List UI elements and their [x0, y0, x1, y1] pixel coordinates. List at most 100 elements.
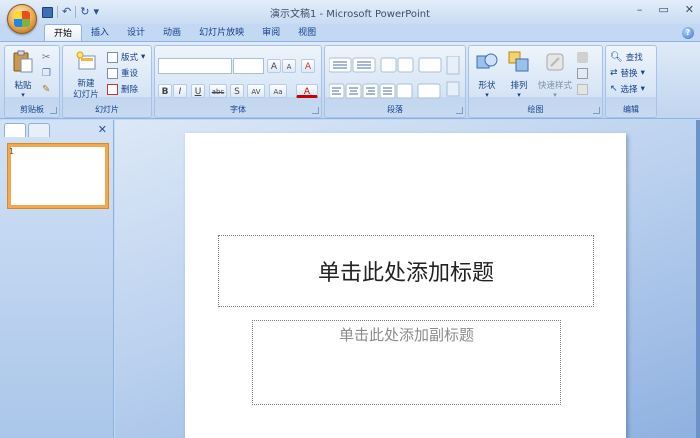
tab-review[interactable]: 审阅: [253, 24, 289, 42]
maximize-button[interactable]: ▭: [658, 3, 668, 16]
tab-insert[interactable]: 插入: [82, 24, 118, 42]
new-slide-button[interactable]: 新建 幻灯片: [66, 50, 106, 101]
strikethrough-button[interactable]: abc: [209, 84, 227, 98]
delete-slide-button[interactable]: 删除: [107, 83, 138, 95]
new-slide-label: 新建 幻灯片: [73, 79, 99, 100]
cut-button[interactable]: ✂: [42, 52, 50, 63]
drawing-launcher-icon[interactable]: [593, 107, 600, 114]
slides-group-label: 幻灯片: [95, 105, 119, 114]
grow-font-button[interactable]: A: [267, 59, 281, 73]
select-button[interactable]: ↖ 选择 ▾: [610, 83, 645, 95]
slide-canvas[interactable]: 单击此处添加标题 单击此处添加副标题: [185, 133, 626, 438]
window-title: 演示文稿1 - Microsoft PowerPoint: [269, 9, 431, 20]
slides-pane-close-icon[interactable]: ✕: [98, 123, 107, 136]
ribbon-tabs: 开始 插入 设计 动画 幻灯片放映 审阅 视图: [44, 24, 325, 42]
close-button[interactable]: ✕: [685, 3, 694, 16]
shrink-font-button[interactable]: A: [282, 59, 296, 73]
arrange-dropdown-icon: ▾: [517, 91, 521, 99]
clipboard-launcher-icon[interactable]: [50, 107, 57, 114]
char-spacing-button[interactable]: AV: [247, 84, 265, 98]
title-bar: ↶ ↻ ▾ 演示文稿1 - Microsoft PowerPoint – ▭ ✕: [0, 0, 700, 24]
change-case-button[interactable]: Aa: [269, 84, 287, 98]
tab-outline[interactable]: [28, 123, 50, 137]
delete-label: 删除: [121, 85, 139, 95]
ribbon: 粘贴 ▾ ✂ ❐ ✎ 剪贴板 新建 幻灯片 版式 ▾ 重设 删除 幻灯片 A A…: [0, 41, 700, 119]
copy-button[interactable]: ❐: [42, 68, 51, 79]
group-slides: 新建 幻灯片 版式 ▾ 重设 删除 幻灯片: [62, 45, 152, 118]
editing-group-label: 编辑: [623, 105, 639, 114]
group-drawing: 形状 ▾ 排列 ▾ 快速样式 ▾ 绘图: [468, 45, 603, 118]
paste-button[interactable]: 粘贴 ▾: [10, 50, 36, 99]
tab-view[interactable]: 视图: [289, 24, 325, 42]
title-placeholder[interactable]: 单击此处添加标题: [218, 235, 594, 307]
office-logo-icon: [14, 11, 30, 27]
group-editing: 🔍︎ 查找 ⇄ 替换 ▾ ↖ 选择 ▾ 编辑: [605, 45, 657, 118]
new-slide-icon: [76, 51, 96, 70]
arrange-button[interactable]: 排列 ▾: [505, 50, 533, 99]
bold-button[interactable]: B: [158, 84, 172, 98]
tab-home[interactable]: 开始: [44, 24, 83, 42]
slide-thumbnail-number: 1: [9, 147, 15, 156]
slides-pane-tabs: [4, 123, 52, 137]
office-button[interactable]: [7, 4, 37, 34]
replace-icon: ⇄: [610, 68, 618, 78]
clear-format-button[interactable]: A: [301, 59, 315, 73]
slides-pane: ✕ 1: [0, 120, 114, 438]
paragraph-group-label: 段落: [387, 105, 403, 114]
select-label: 选择: [620, 85, 638, 95]
shadow-button[interactable]: S: [230, 84, 244, 98]
layout-icon: [107, 51, 118, 63]
font-group-label: 字体: [230, 105, 246, 114]
reset-label: 重设: [121, 69, 139, 79]
find-button[interactable]: 🔍︎ 查找: [610, 51, 643, 64]
font-name-combo[interactable]: [158, 58, 232, 74]
cut-icon: ✂: [42, 52, 51, 63]
quick-styles-button[interactable]: 快速样式 ▾: [535, 50, 575, 99]
font-color-button[interactable]: A: [296, 84, 318, 98]
copy-icon: ❐: [42, 68, 51, 79]
shape-outline-icon: [577, 68, 588, 79]
minimize-button[interactable]: –: [637, 3, 643, 16]
slide-editor: 单击此处添加标题 单击此处添加副标题: [115, 120, 700, 438]
paragraph-launcher-icon[interactable]: [456, 107, 463, 114]
paste-label: 粘贴: [14, 81, 32, 91]
paragraph-controls-icon: [329, 56, 460, 99]
slide-thumbnail[interactable]: [8, 144, 108, 208]
quick-styles-dropdown-icon: ▾: [553, 91, 557, 99]
tab-slideshow[interactable]: 幻灯片放映: [190, 24, 253, 42]
tab-animations[interactable]: 动画: [154, 24, 190, 42]
tab-design[interactable]: 设计: [118, 24, 154, 42]
delete-slide-icon: [107, 83, 118, 95]
arrange-label: 排列: [510, 81, 528, 91]
reset-icon: [107, 67, 118, 79]
replace-label: 替换: [620, 69, 638, 79]
reset-button[interactable]: 重设: [107, 67, 138, 79]
shape-fill-button[interactable]: [577, 52, 588, 63]
quick-styles-label: 快速样式: [537, 81, 572, 91]
subtitle-placeholder[interactable]: 单击此处添加副标题: [252, 320, 561, 405]
font-size-combo[interactable]: [233, 58, 264, 74]
underline-button[interactable]: U: [191, 84, 205, 98]
shapes-button[interactable]: 形状 ▾: [473, 50, 501, 99]
layout-button[interactable]: 版式 ▾: [107, 51, 145, 63]
find-label: 查找: [625, 53, 643, 63]
group-font: A A A B I U abc S AV Aa A 字体: [154, 45, 322, 118]
font-launcher-icon[interactable]: [312, 107, 319, 114]
group-paragraph: 段落: [324, 45, 466, 118]
shapes-dropdown-icon: ▾: [485, 91, 489, 99]
drawing-group-label: 绘图: [527, 105, 544, 114]
window-controls: – ▭ ✕: [637, 3, 694, 16]
help-icon[interactable]: ?: [682, 27, 694, 39]
shapes-label: 形状: [478, 81, 496, 91]
vertical-scrollbar[interactable]: [696, 120, 700, 438]
shape-effects-icon: [577, 84, 588, 95]
shape-fill-icon: [577, 52, 588, 63]
tab-slides-thumbnails[interactable]: [4, 123, 26, 137]
replace-button[interactable]: ⇄ 替换 ▾: [610, 67, 645, 79]
format-painter-button[interactable]: ✎: [42, 84, 50, 95]
shape-outline-button[interactable]: [577, 68, 588, 79]
find-icon: 🔍︎: [610, 51, 623, 63]
shapes-icon: [476, 53, 498, 69]
shape-effects-button[interactable]: [577, 84, 588, 95]
italic-button[interactable]: I: [173, 84, 187, 98]
